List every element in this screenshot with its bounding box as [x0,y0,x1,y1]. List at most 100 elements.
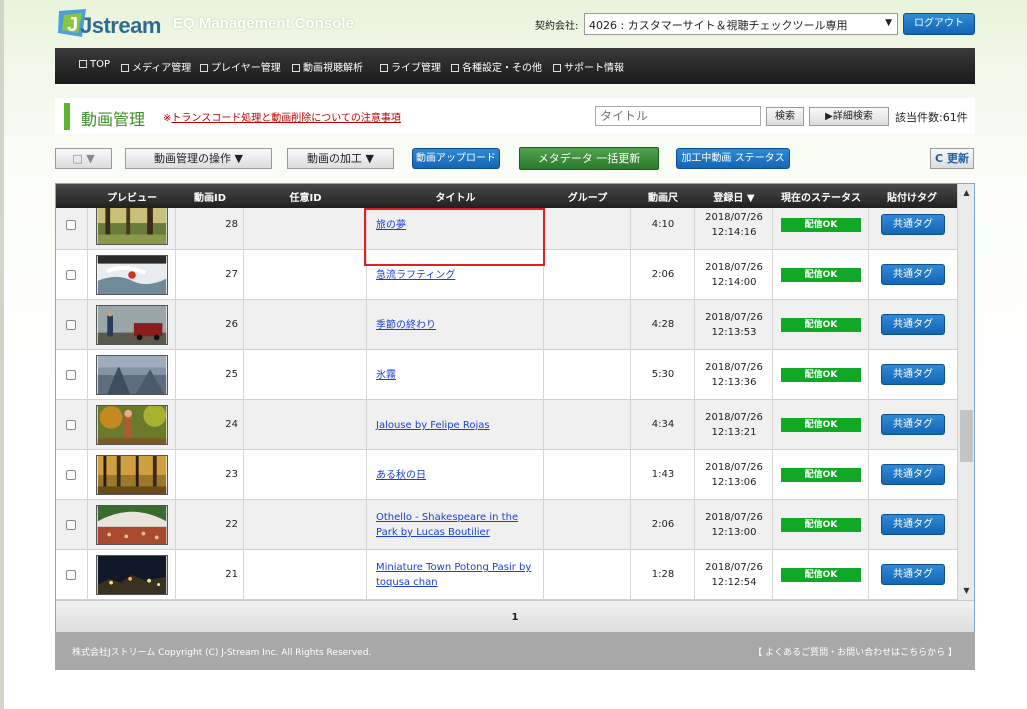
row-checkbox[interactable] [66,420,76,430]
table-body: 28 旅の夢 4:10 2018/07/26 12:14:16 配信OK 共通タグ 27 急流ラ… [56,208,957,600]
column-header-status[interactable]: 現在のステータス [773,189,869,204]
table-row[interactable]: 26 季節の終わり 4:28 2018/07/26 12:13:53 配信OK 共通タグ [56,300,957,350]
registered-datetime: 2018/07/26 12:13:00 [695,510,773,540]
video-id: 27 [225,269,238,280]
common-tag-button[interactable]: 共通タグ [881,314,945,335]
video-thumbnail[interactable] [96,208,168,245]
table-cell [244,208,367,250]
video-title-link[interactable]: Jalouse by Felipe Rojas [376,418,538,433]
main-nav: TOP メディア管理 プレイヤー管理 動画視聴解析 ライブ管理 各種設定・その他… [55,48,975,84]
column-header-title[interactable]: タイトル [367,189,544,204]
nav-item-media[interactable]: メディア管理 [121,59,191,74]
table-row[interactable]: 25 氷霧 5:30 2018/07/26 12:13:36 配信OK 共通タグ [56,350,957,400]
search-button[interactable]: 検索 [766,107,804,126]
video-thumbnail[interactable] [96,405,168,445]
advanced-search-button[interactable]: ▶詳細検索 [809,107,889,126]
row-checkbox[interactable] [66,570,76,580]
table-cell [544,450,631,500]
nav-item-label: 各種設定・その他 [462,63,542,74]
registered-datetime: 2018/07/26 12:13:21 [695,410,773,440]
video-thumbnail[interactable] [96,555,168,595]
table-cell [544,208,631,250]
video-title-link[interactable]: Miniature Town Potong Pasir by toqusa ch… [376,560,538,590]
video-title-link[interactable]: 旅の夢 [376,218,538,233]
video-operations-dropdown[interactable]: 動画管理の操作 ▼ [125,148,272,169]
nav-item-player[interactable]: プレイヤー管理 [200,59,281,74]
registered-date: 2018/07/26 [705,512,763,523]
title-search-input[interactable] [595,106,761,126]
table-cell [244,500,367,550]
video-id: 22 [225,519,238,530]
column-header-duration[interactable]: 動画尺 [631,189,695,204]
column-header-group[interactable]: グループ [544,189,631,204]
column-header-registered-date[interactable]: 登録日 ▼ [695,189,773,204]
common-tag-button[interactable]: 共通タグ [881,564,945,585]
nav-item-label: メディア管理 [132,63,192,74]
nav-item-label: サポート情報 [564,63,624,74]
video-id: 26 [225,319,238,330]
nav-item-live[interactable]: ライブ管理 [380,59,441,74]
scroll-up-arrow-icon[interactable]: ▲ [958,184,975,201]
video-title-link[interactable]: 季節の終わり [376,318,538,333]
row-checkbox[interactable] [66,270,76,280]
column-header-embed-tag[interactable]: 貼付けタグ [869,189,955,204]
video-title-link[interactable]: Othello - Shakespeare in the Park by Luc… [376,510,538,540]
table-cell [544,500,631,550]
column-header-video-id[interactable]: 動画ID [176,189,244,204]
registered-time: 12:12:54 [711,577,757,588]
video-thumbnail[interactable] [96,355,168,395]
table-row[interactable]: 27 急流ラフティング 2:06 2018/07/26 12:14:00 配信OK 共通タグ [56,250,957,300]
logout-button[interactable]: ログアウト [903,13,975,35]
row-checkbox[interactable] [66,370,76,380]
row-checkbox[interactable] [66,220,76,230]
jstream-logo[interactable]: J Jstream [56,7,161,43]
transcode-notice-link[interactable]: トランスコード処理と動画削除についての注意事項 [171,113,401,124]
table-row[interactable]: 24 Jalouse by Felipe Rojas 4:34 2018/07/26 1… [56,400,957,450]
table-row[interactable]: 21 Miniature Town Potong Pasir by toqusa … [56,550,957,600]
video-title-link[interactable]: 急流ラフティング [376,268,538,283]
video-title-link[interactable]: ある秋の日 [376,468,538,483]
video-thumbnail[interactable] [96,305,168,345]
nav-item-support[interactable]: サポート情報 [553,59,624,74]
bulk-select-dropdown[interactable]: □ ▼ [55,148,112,169]
common-tag-button[interactable]: 共通タグ [881,264,945,285]
column-header-preview[interactable]: プレビュー [88,189,176,204]
common-tag-button[interactable]: 共通タグ [881,214,945,235]
checkbox-icon [121,64,129,72]
common-tag-button[interactable]: 共通タグ [881,364,945,385]
video-title-link[interactable]: 氷霧 [376,368,538,383]
video-upload-button[interactable]: 動画アップロード [412,148,500,169]
metadata-bulk-update-button[interactable]: メタデータ 一括更新 [519,147,659,170]
processing-status-button[interactable]: 加工中動画 ステータス [676,148,790,169]
nav-item-analytics[interactable]: 動画視聴解析 [292,59,363,74]
table-row[interactable]: 22 Othello - Shakespeare in the Park by L… [56,500,957,550]
scrollbar-thumb[interactable] [960,410,973,462]
refresh-button[interactable]: C 更新 [930,148,974,169]
checkbox-icon [200,64,208,72]
common-tag-button[interactable]: 共通タグ [881,414,945,435]
nav-item-settings[interactable]: 各種設定・その他 [451,59,542,74]
table-header: プレビュー 動画ID 任意ID タイトル グループ 動画尺 登録日 ▼ 現在のス… [56,184,957,208]
common-tag-button[interactable]: 共通タグ [881,514,945,535]
table-row[interactable]: 28 旅の夢 4:10 2018/07/26 12:14:16 配信OK 共通タグ [56,208,957,250]
video-thumbnail[interactable] [96,255,168,295]
table-scrollbar[interactable]: ▲ ▼ [957,184,974,600]
video-processing-dropdown[interactable]: 動画の加工 ▼ [287,148,394,169]
logo-text: Jstream [80,13,161,38]
video-thumbnail[interactable] [96,455,168,495]
table-cell [244,250,367,300]
nav-item-top[interactable]: TOP [79,59,110,70]
column-header-custom-id[interactable]: 任意ID [244,189,367,204]
row-checkbox[interactable] [66,320,76,330]
page-number-1[interactable]: 1 [512,612,519,623]
status-badge: 配信OK [781,318,861,332]
video-thumbnail[interactable] [96,505,168,545]
contract-select[interactable]: 4026 : カスタマーサイト＆視聴チェックツール専用 ▼ [584,13,898,35]
row-checkbox[interactable] [66,520,76,530]
common-tag-button[interactable]: 共通タグ [881,464,945,485]
footer-help-link[interactable]: 【 よくあるご質問・お問い合わせはこちらから 】 [753,645,957,658]
row-checkbox[interactable] [66,470,76,480]
scroll-down-arrow-icon[interactable]: ▼ [958,582,975,599]
nav-item-label: TOP [90,59,111,70]
table-row[interactable]: 23 ある秋の日 1:43 2018/07/26 12:13:06 配信OK 共通タグ [56,450,957,500]
